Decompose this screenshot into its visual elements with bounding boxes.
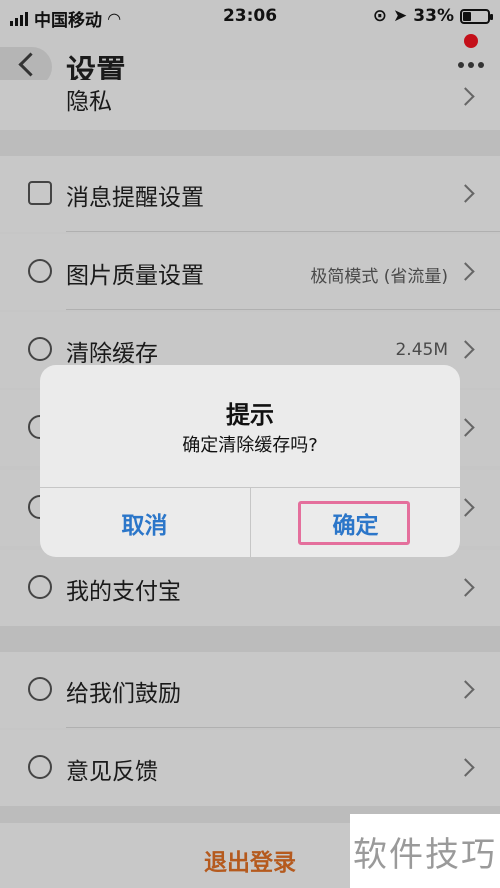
status-bar: 中国移动 ◠ 23:06 ⊙ ➤ 33% <box>0 0 500 34</box>
chevron-right-icon <box>456 758 475 777</box>
list-item-image-quality[interactable]: 图片质量设置 极简模式 (省流量) <box>0 234 500 310</box>
image-quality-icon <box>28 259 52 283</box>
more-icon[interactable] <box>458 62 484 68</box>
battery-percent: 33% <box>413 6 454 26</box>
row-value: 2.45M <box>395 340 448 360</box>
row-label: 给我们鼓励 <box>66 681 181 707</box>
divider <box>66 231 500 232</box>
confirm-highlight-box <box>298 501 410 545</box>
notification-dot <box>464 34 478 48</box>
watermark-text: 软件技巧 <box>353 834 497 875</box>
row-value: 极简模式 (省流量) <box>310 267 448 287</box>
row-label: 意见反馈 <box>66 759 158 785</box>
dialog-message: 确定清除缓存吗? <box>182 435 318 456</box>
divider <box>66 727 500 728</box>
chevron-right-icon <box>456 184 475 203</box>
list-item-feedback[interactable]: 意见反馈 <box>0 730 500 806</box>
confirm-dialog: 提示 确定清除缓存吗? 取消 确定 <box>40 365 460 557</box>
watermark: 软件技巧 <box>350 814 500 888</box>
section-gap <box>0 130 500 156</box>
chevron-right-icon <box>456 578 475 597</box>
clear-cache-icon <box>28 337 52 361</box>
list-item-notification[interactable]: 消息提醒设置 <box>0 156 500 232</box>
chevron-right-icon <box>456 340 475 359</box>
feedback-icon <box>28 755 52 779</box>
list-item-privacy[interactable]: 隐私 <box>0 80 500 130</box>
sliders-icon <box>28 181 52 205</box>
row-label: 隐私 <box>66 89 112 115</box>
chevron-right-icon <box>456 87 475 106</box>
dialog-title: 提示 <box>226 401 274 429</box>
rotation-lock-icon: ⊙ <box>372 6 388 26</box>
alipay-icon <box>28 575 52 599</box>
row-label: 清除缓存 <box>66 341 158 367</box>
divider <box>66 309 500 310</box>
list-item-encourage[interactable]: 给我们鼓励 <box>0 652 500 728</box>
smile-icon <box>28 677 52 701</box>
cancel-button[interactable]: 取消 <box>40 488 249 557</box>
settings-screen: 中国移动 ◠ 23:06 ⊙ ➤ 33% 设置 隐私 消息提醒设置 图片质量设置… <box>0 0 500 888</box>
list-item-alipay[interactable]: 我的支付宝 <box>0 550 500 626</box>
row-label: 消息提醒设置 <box>66 185 204 211</box>
battery-icon <box>460 8 493 24</box>
section-gap <box>0 626 500 652</box>
location-icon: ➤ <box>393 6 408 26</box>
row-label: 图片质量设置 <box>66 263 204 289</box>
battery-fill <box>463 11 471 21</box>
row-label: 我的支付宝 <box>66 579 181 605</box>
status-right: ⊙ ➤ 33% <box>372 6 493 26</box>
chevron-right-icon <box>456 680 475 699</box>
chevron-right-icon <box>456 262 475 281</box>
